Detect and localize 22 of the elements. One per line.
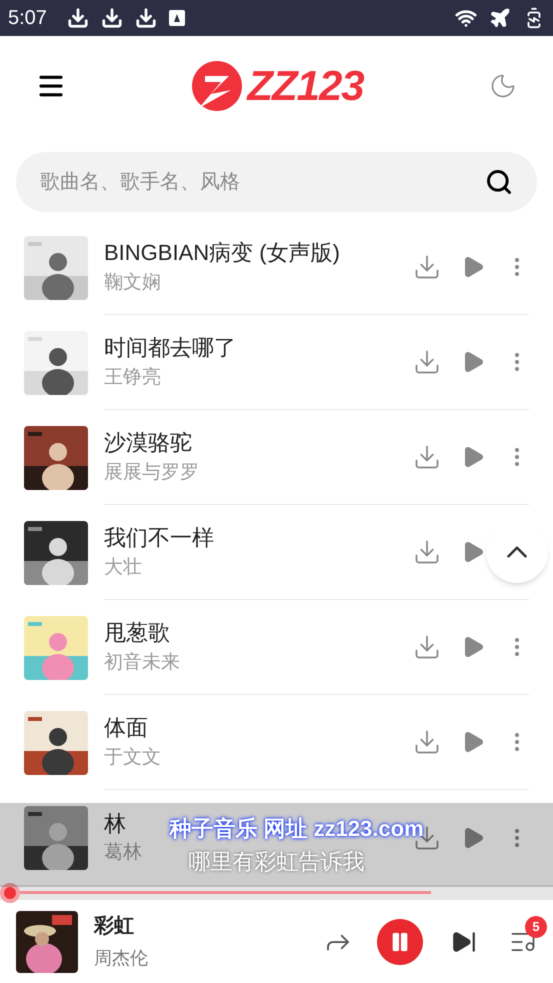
- song-artist: 王铮亮: [104, 366, 161, 390]
- site-address: 种子音乐 网址 zz123.com: [169, 815, 424, 843]
- queue-count-badge: 5: [525, 916, 547, 938]
- song-artist: 于文文: [104, 746, 161, 770]
- song-artist: 初音未来: [104, 650, 180, 675]
- clock: 5:07: [8, 6, 47, 31]
- now-playing-title: 彩虹: [94, 914, 135, 939]
- lyric-line: 哪里有彩虹告诉我: [188, 848, 364, 876]
- song-artist: 葛林: [104, 841, 142, 866]
- logo-text: ZZ123: [247, 65, 364, 107]
- song-artist: 大壮: [104, 556, 142, 580]
- search-field[interactable]: 歌曲名、歌手名、风格: [16, 152, 537, 212]
- now-playing-artist: 周杰伦: [94, 947, 149, 970]
- song-title[interactable]: 我们不一样: [104, 524, 214, 552]
- song-title[interactable]: 时间都去哪了: [104, 334, 236, 362]
- song-artist: 展展与罗罗: [104, 460, 199, 485]
- song-title[interactable]: 体面: [104, 714, 148, 742]
- song-title[interactable]: 林: [104, 810, 126, 838]
- song-title[interactable]: BINGBIAN病变 (女声版): [104, 239, 340, 267]
- song-title[interactable]: 沙漠骆驼: [104, 429, 192, 457]
- song-title[interactable]: 甩葱歌: [104, 619, 170, 647]
- song-artist: 鞠文娴: [104, 270, 161, 295]
